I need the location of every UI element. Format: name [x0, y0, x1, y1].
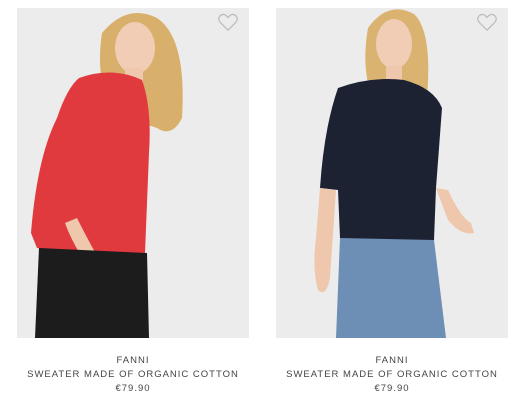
model-photo	[276, 8, 508, 338]
product-image[interactable]	[17, 8, 249, 338]
product-brand[interactable]: FANNI	[17, 354, 249, 368]
product-grid: FANNI SWEATER MADE OF ORGANIC COTTON €79…	[0, 0, 520, 400]
wishlist-heart-icon[interactable]	[217, 12, 239, 32]
bottoms	[35, 248, 149, 338]
product-name[interactable]: SWEATER MADE OF ORGANIC COTTON	[276, 368, 508, 382]
product-image[interactable]	[276, 8, 508, 338]
model-photo	[17, 8, 249, 338]
wishlist-heart-icon[interactable]	[476, 12, 498, 32]
product-name[interactable]: SWEATER MADE OF ORGANIC COTTON	[17, 368, 249, 382]
bottoms	[336, 238, 446, 338]
product-info: FANNI SWEATER MADE OF ORGANIC COTTON €79…	[17, 354, 249, 396]
product-price: €79.90	[115, 383, 151, 394]
product-brand[interactable]: FANNI	[276, 354, 508, 368]
product-info: FANNI SWEATER MADE OF ORGANIC COTTON €79…	[276, 354, 508, 396]
product-price: €79.90	[374, 383, 410, 394]
product-card[interactable]: FANNI SWEATER MADE OF ORGANIC COTTON €79…	[17, 8, 249, 396]
product-card[interactable]: FANNI SWEATER MADE OF ORGANIC COTTON €79…	[276, 8, 508, 396]
